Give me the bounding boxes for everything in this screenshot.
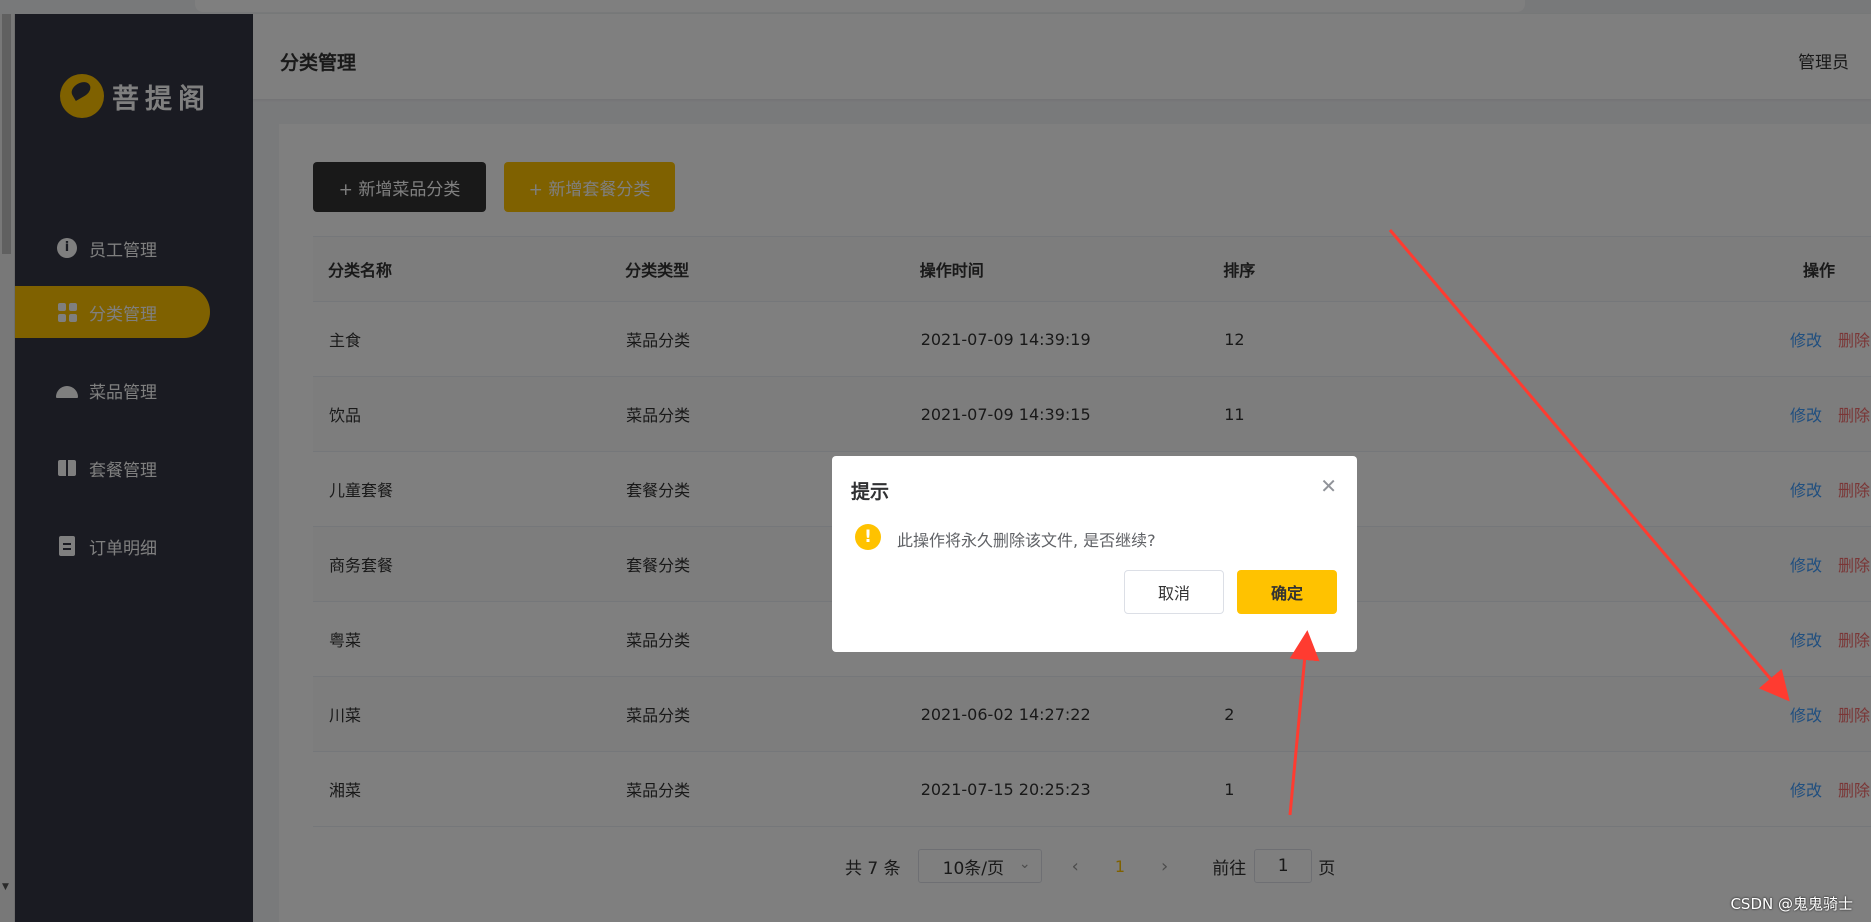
watermark: CSDN @鬼鬼骑士 <box>1730 895 1853 913</box>
arrow-to-confirm <box>1288 630 1320 816</box>
arrow-to-delete <box>1388 229 1790 702</box>
annotation-arrows <box>1288 229 1790 816</box>
